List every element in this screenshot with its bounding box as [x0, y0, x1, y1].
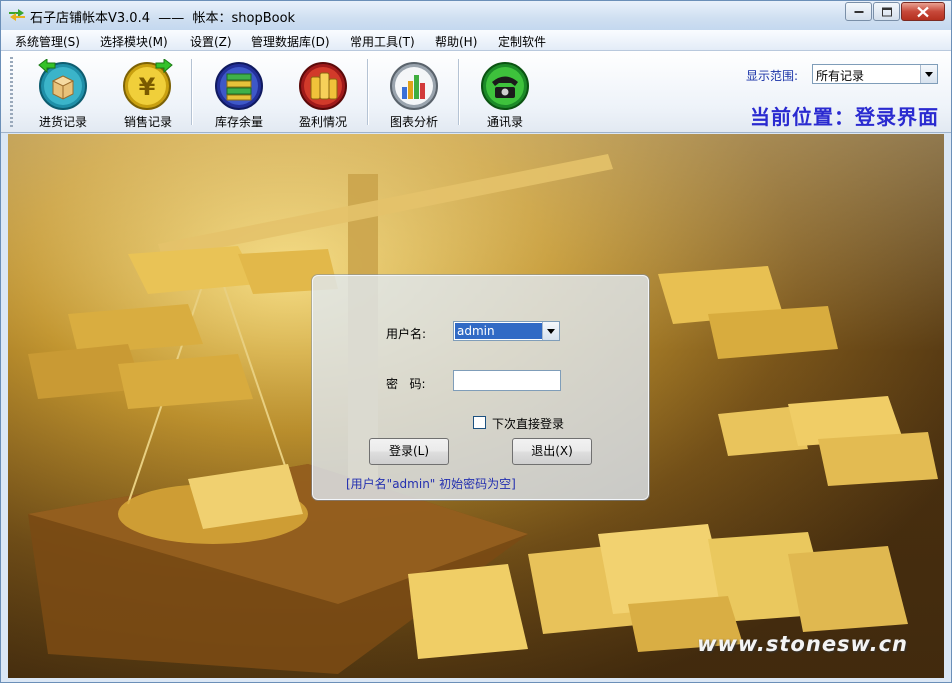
- login-button[interactable]: 登录(L): [369, 438, 449, 465]
- purchase-records-label: 进货记录: [38, 115, 87, 129]
- minimize-button[interactable]: [845, 2, 872, 21]
- auto-login-checkbox[interactable]: [473, 416, 486, 429]
- purchase-records-button[interactable]: 进货记录: [23, 58, 103, 131]
- toolbar-separator: [367, 59, 369, 125]
- toolbar-separator: [191, 59, 193, 125]
- chevron-down-icon[interactable]: [920, 65, 937, 83]
- chart-analysis-label: 图表分析: [389, 115, 438, 129]
- menu-help[interactable]: 帮助(H): [435, 33, 477, 50]
- toolbar: 进货记录 ¥ 销售记录 库存余量 盈利情况 图表分析 通讯录 显示范围: 所有记…: [1, 51, 951, 133]
- svg-text:¥: ¥: [139, 73, 156, 101]
- menu-custom-software[interactable]: 定制软件: [498, 33, 546, 50]
- window-title: 石子店铺帐本V3.0.4 —— 帐本：shopBook: [30, 11, 296, 26]
- toolbar-grip[interactable]: [10, 57, 13, 127]
- inventory-label: 库存余量: [214, 115, 263, 129]
- menu-system[interactable]: 系统管理(S): [15, 33, 80, 50]
- box-arrow-in-icon: [37, 58, 89, 111]
- password-field[interactable]: [453, 370, 561, 391]
- auto-login-label: 下次直接登录: [492, 417, 565, 431]
- close-button[interactable]: [901, 2, 945, 21]
- sales-records-button[interactable]: ¥ 销售记录: [108, 58, 188, 131]
- username-label: 用户名:: [386, 327, 427, 341]
- sales-records-label: 销售记录: [123, 115, 172, 129]
- menu-tools[interactable]: 常用工具(T): [350, 33, 415, 50]
- toolbar-separator: [458, 59, 460, 125]
- maximize-button[interactable]: [873, 2, 900, 21]
- login-panel: 用户名: admin 密 码: 下次直接登录 登录(L) 退出(X) [用户名"…: [312, 275, 649, 500]
- maximize-icon: [881, 7, 892, 16]
- watermark: www.stonesw.cn: [697, 632, 908, 656]
- coins-icon: [297, 59, 349, 111]
- username-value: admin: [455, 323, 543, 339]
- exit-button[interactable]: 退出(X): [512, 438, 592, 465]
- yen-arrow-out-icon: ¥: [122, 58, 174, 111]
- menu-select-module[interactable]: 选择模块(M): [100, 33, 168, 50]
- bar-chart-icon: [388, 59, 440, 111]
- telephone-icon: [479, 59, 531, 111]
- title-bar[interactable]: 石子店铺帐本V3.0.4 —— 帐本：shopBook: [1, 1, 951, 30]
- range-select-value: 所有记录: [816, 69, 865, 83]
- inventory-button[interactable]: 库存余量: [199, 59, 279, 131]
- profit-label: 盈利情况: [298, 115, 347, 129]
- minimize-icon: [854, 10, 863, 13]
- password-label: 密 码:: [386, 377, 426, 391]
- contacts-label: 通讯录: [486, 115, 523, 129]
- username-select[interactable]: admin: [453, 321, 560, 341]
- range-select[interactable]: 所有记录: [812, 64, 938, 84]
- contacts-button[interactable]: 通讯录: [465, 59, 545, 131]
- range-label: 显示范围:: [746, 69, 799, 83]
- profit-button[interactable]: 盈利情况: [283, 59, 363, 131]
- window-controls: [844, 2, 945, 21]
- main-window: 石子店铺帐本V3.0.4 —— 帐本：shopBook 系统管理(S) 选择模块…: [0, 0, 952, 683]
- stack-icon: [213, 59, 265, 111]
- close-icon: [917, 6, 929, 17]
- menu-settings[interactable]: 设置(Z): [190, 33, 232, 50]
- background-image: 用户名: admin 密 码: 下次直接登录 登录(L) 退出(X) [用户名"…: [8, 134, 944, 678]
- app-arrows-icon: [9, 9, 25, 21]
- login-hint: [用户名"admin" 初始密码为空]: [346, 477, 516, 491]
- chevron-down-icon[interactable]: [542, 322, 559, 340]
- chart-analysis-button[interactable]: 图表分析: [374, 59, 454, 131]
- menu-bar: 系统管理(S) 选择模块(M) 设置(Z) 管理数据库(D) 常用工具(T) 帮…: [1, 30, 951, 51]
- menu-database[interactable]: 管理数据库(D): [251, 33, 330, 50]
- current-location: 当前位置：登录界面: [750, 105, 939, 129]
